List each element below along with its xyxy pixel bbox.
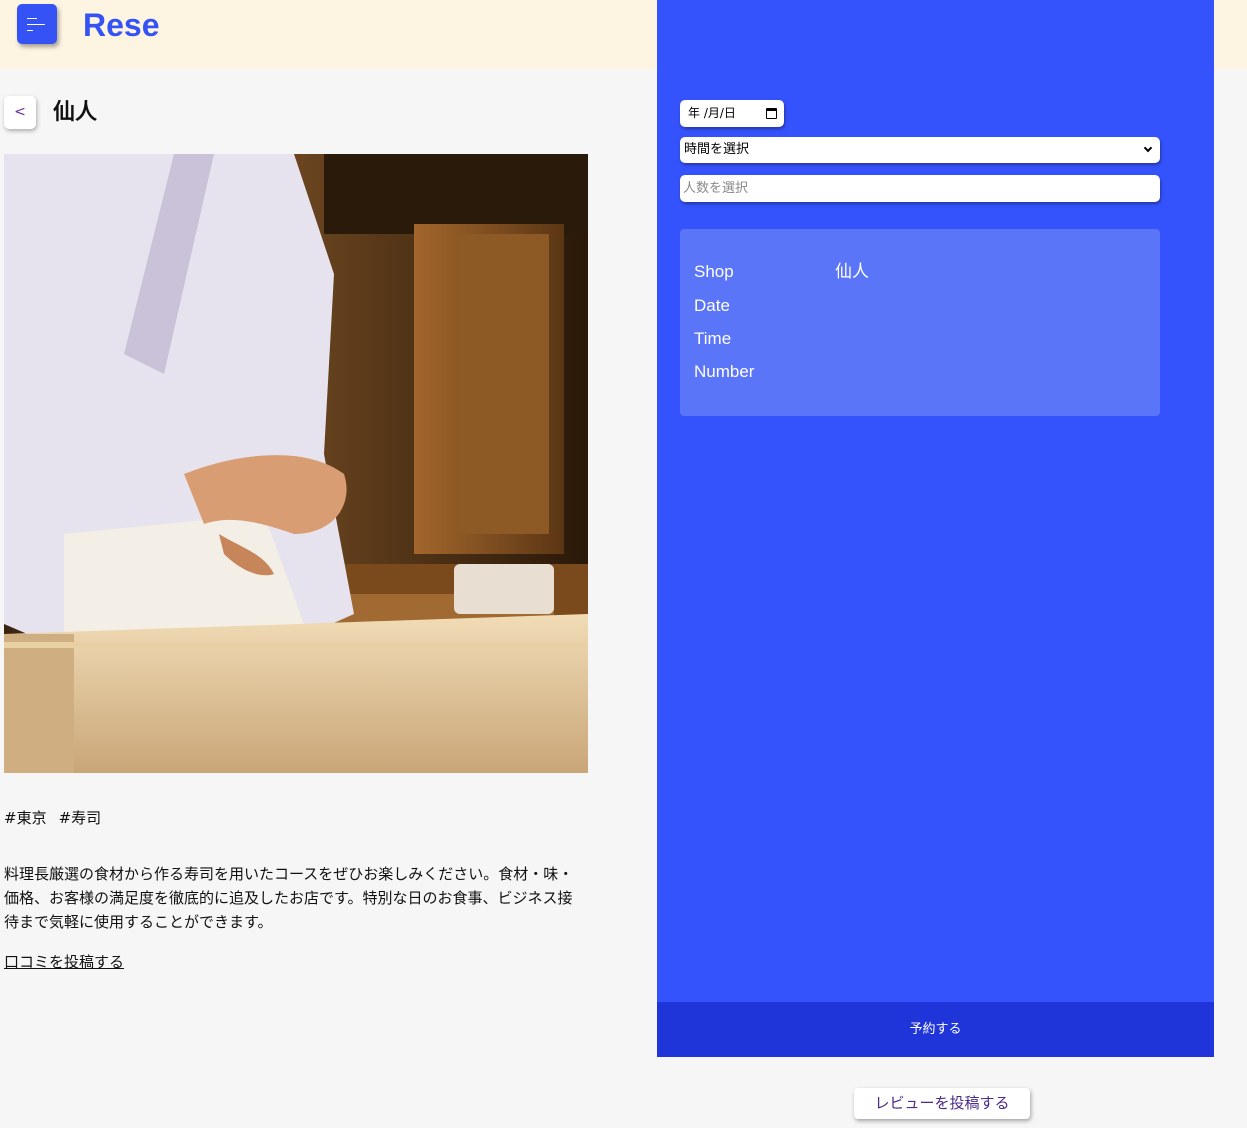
summary-shop-label: Shop xyxy=(694,262,734,281)
number-input[interactable]: 人数を選択 xyxy=(680,175,1160,202)
summary-row-time: Time xyxy=(694,327,835,351)
tag-area: #東京 xyxy=(4,809,47,827)
reserve-button[interactable]: 予約する xyxy=(657,1002,1214,1057)
number-placeholder: 人数を選択 xyxy=(683,181,749,196)
post-review-button[interactable]: レビューを投稿する xyxy=(854,1088,1030,1119)
shop-name: 仙人 xyxy=(53,100,98,125)
summary-row-date: Date xyxy=(694,294,835,318)
time-select-value: 時間を選択 xyxy=(684,142,750,157)
back-button[interactable]: < xyxy=(4,96,36,129)
summary-row-shop: Shop 仙人 xyxy=(694,260,869,284)
summary-number-label: Number xyxy=(694,362,755,381)
summary-shop-value: 仙人 xyxy=(835,262,869,281)
review-link[interactable]: 口コミを投稿する xyxy=(4,951,124,973)
reservation-summary: Shop 仙人 Date Time Number xyxy=(680,229,1160,416)
date-input[interactable]: 年 /月/日 xyxy=(680,100,784,127)
chevron-down-icon xyxy=(1143,143,1153,153)
menu-button[interactable] xyxy=(17,4,57,44)
summary-time-label: Time xyxy=(694,329,732,348)
tag-list: #東京 #寿司 xyxy=(4,808,101,828)
menu-icon xyxy=(27,18,37,19)
shop-image xyxy=(4,154,588,773)
summary-row-number: Number xyxy=(694,360,835,384)
calendar-icon[interactable] xyxy=(766,108,777,119)
shop-description: 料理長厳選の食材から作る寿司を用いたコースをぜひお楽しみください。食材・味・価格… xyxy=(4,865,574,931)
summary-date-label: Date xyxy=(694,296,730,315)
tag-genre: #寿司 xyxy=(58,809,102,827)
time-select[interactable]: 時間を選択 xyxy=(680,137,1160,163)
reservation-panel: 年 /月/日 時間を選択 人数を選択 Shop 仙人 Date Time Numb… xyxy=(657,0,1214,1057)
logo[interactable]: Rese xyxy=(83,5,160,45)
date-placeholder: 年 /月/日 xyxy=(688,106,736,120)
